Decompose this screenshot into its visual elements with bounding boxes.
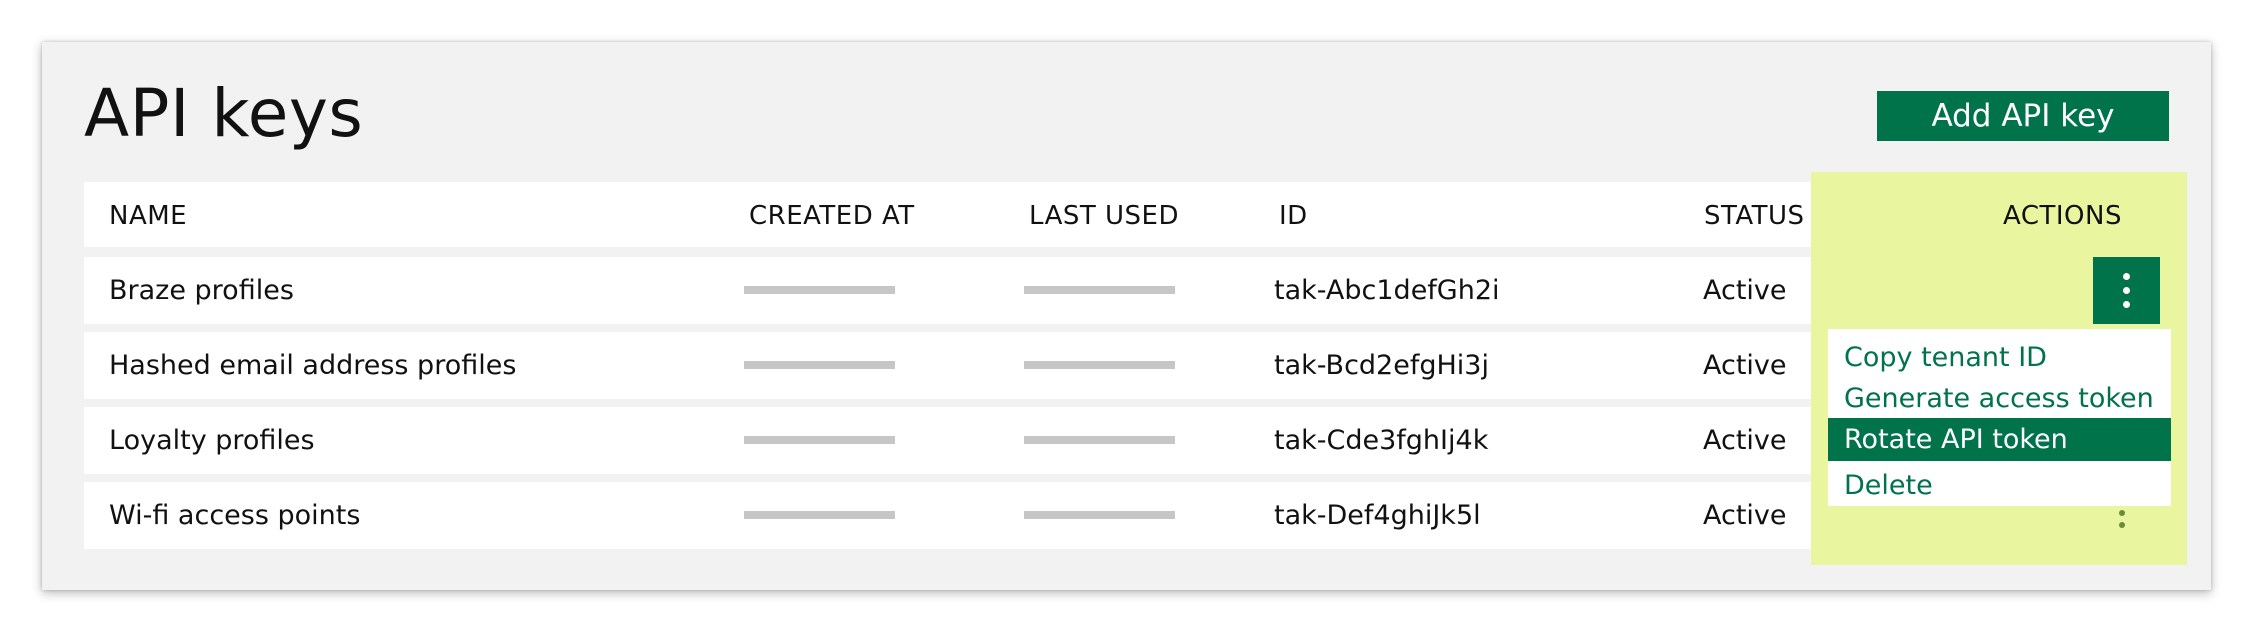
kebab-dot [2119, 510, 2125, 516]
column-header-actions: ACTIONS [2003, 201, 2122, 231]
row-status: Active [1703, 425, 1787, 456]
row-name: Loyalty profiles [109, 425, 315, 456]
menu-item-rotate-api-token[interactable]: Rotate API token [1828, 418, 2171, 461]
kebab-dot [2123, 273, 2130, 280]
menu-item-delete[interactable]: Delete [1828, 464, 2171, 507]
row-actions-kebab-icon[interactable] [2093, 257, 2160, 324]
add-api-key-button[interactable]: Add API key [1877, 91, 2169, 141]
created-at-placeholder [744, 361, 895, 369]
row-status: Active [1703, 350, 1787, 381]
last-used-placeholder [1024, 361, 1175, 369]
row-status: Active [1703, 500, 1787, 531]
row-id: tak-Abc1defGh2i [1274, 275, 1500, 306]
row-id: tak-Def4ghiJk5l [1274, 500, 1481, 531]
kebab-dot [2123, 287, 2130, 294]
created-at-placeholder [744, 286, 895, 294]
created-at-placeholder [744, 436, 895, 444]
menu-item-generate-access-token[interactable]: Generate access token [1828, 377, 2171, 420]
table-row[interactable]: Braze profiles tak-Abc1defGh2i Active [84, 257, 1811, 324]
table-row[interactable]: Wi-fi access points tak-Def4ghiJk5l Acti… [84, 482, 1811, 549]
column-header-last-used[interactable]: LAST USED [1029, 199, 1179, 233]
column-header-name[interactable]: NAME [109, 199, 187, 233]
last-used-placeholder [1024, 286, 1175, 294]
actions-dropdown-menu: Copy tenant ID Generate access token Rot… [1828, 329, 2171, 506]
created-at-placeholder [744, 511, 895, 519]
column-header-created-at[interactable]: CREATED AT [749, 199, 915, 233]
row-actions-kebab-icon[interactable] [2115, 506, 2129, 534]
table-header: NAME CREATED AT LAST USED ID STATUS [84, 182, 1811, 247]
row-name: Braze profiles [109, 275, 294, 306]
kebab-dot [2119, 522, 2125, 528]
last-used-placeholder [1024, 511, 1175, 519]
menu-item-copy-tenant-id[interactable]: Copy tenant ID [1828, 336, 2171, 379]
column-header-id[interactable]: ID [1279, 199, 1308, 233]
row-name: Hashed email address profiles [109, 350, 517, 381]
table-row[interactable]: Hashed email address profiles tak-Bcd2ef… [84, 332, 1811, 399]
page-title: API keys [84, 75, 364, 152]
row-status: Active [1703, 275, 1787, 306]
table-row[interactable]: Loyalty profiles tak-Cde3fghIj4k Active [84, 407, 1811, 474]
row-id: tak-Bcd2efgHi3j [1274, 350, 1489, 381]
last-used-placeholder [1024, 436, 1175, 444]
row-id: tak-Cde3fghIj4k [1274, 425, 1489, 456]
row-name: Wi-fi access points [109, 500, 361, 531]
column-header-status[interactable]: STATUS [1704, 199, 1805, 233]
kebab-dot [2123, 301, 2130, 308]
